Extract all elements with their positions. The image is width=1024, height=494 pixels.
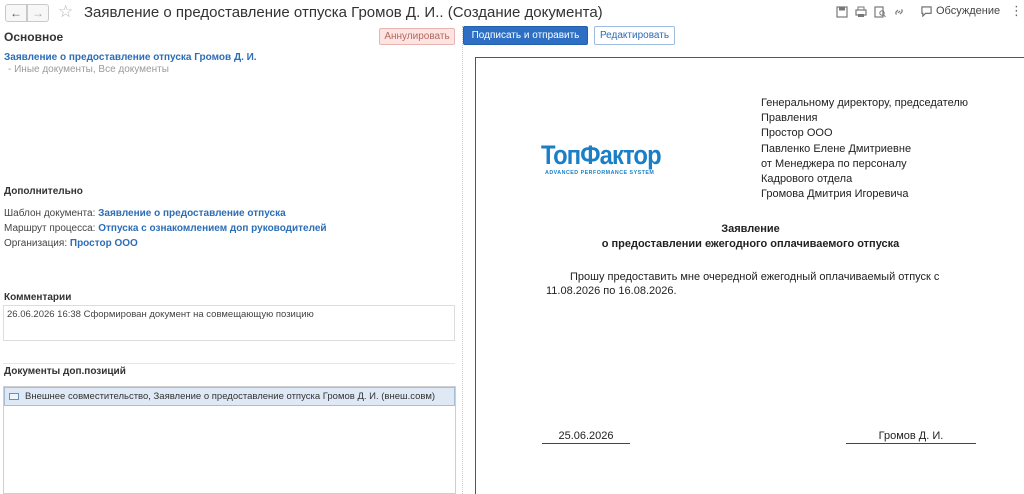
list-item-label: Внешнее совместительство, Заявление о пр… bbox=[25, 391, 436, 402]
addressee-line: Генеральному директору, председателю bbox=[761, 97, 968, 109]
more-icon[interactable]: ⋮ bbox=[1010, 3, 1023, 19]
route-label: Маршрут процесса: bbox=[4, 223, 96, 234]
window-title: Заявление о предоставление отпуска Громо… bbox=[84, 4, 603, 21]
left-panel: Основное Аннулировать Заявление о предос… bbox=[0, 26, 460, 494]
addressee-line: от Менеджера по персоналу bbox=[761, 157, 907, 170]
route-link[interactable]: Отпуска с ознакомлением доп руководителе… bbox=[98, 223, 326, 234]
organization-label: Организация: bbox=[4, 238, 68, 249]
back-button[interactable]: ← bbox=[5, 4, 27, 22]
logo-tagline: ADVANCED PERFORMANCE SYSTEM bbox=[545, 170, 655, 176]
template-link[interactable]: Заявление о предоставление отпуска bbox=[98, 208, 286, 219]
title-bar: ← → ☆ Заявление о предоставление отпуска… bbox=[0, 0, 1024, 26]
divider bbox=[3, 363, 455, 364]
arrow-left-icon: ← bbox=[10, 6, 22, 20]
template-label: Шаблон документа: bbox=[4, 208, 96, 219]
save-icon[interactable] bbox=[836, 6, 848, 18]
heading-line: Заявление bbox=[721, 223, 780, 235]
print-icon[interactable] bbox=[855, 6, 867, 18]
addressee-line: Простор ООО bbox=[761, 127, 833, 140]
document-link[interactable]: Заявление о предоставление отпуска Громо… bbox=[4, 52, 257, 63]
body-line: 11.08.2026 по 16.08.2026. bbox=[546, 285, 677, 297]
company-logo: ТопФактор ADVANCED PERFORMANCE SYSTEM bbox=[541, 140, 677, 176]
edit-button[interactable]: Редактировать bbox=[594, 26, 675, 45]
right-panel: Подписать и отправить Редактировать Гене… bbox=[463, 26, 1024, 494]
discuss-label: Обсуждение bbox=[936, 5, 1001, 17]
addressee-line: Громова Дмитрия Игоревича bbox=[761, 188, 909, 201]
toolbar-icons bbox=[836, 6, 905, 18]
list-item[interactable]: Внешнее совместительство, Заявление о пр… bbox=[4, 387, 455, 406]
annul-button[interactable]: Аннулировать bbox=[379, 28, 455, 45]
organization-field: Организация: Простор ООО bbox=[4, 238, 138, 249]
signature-date: 25.06.2026 bbox=[542, 430, 630, 444]
body-line: Прошу предоставить мне очередной ежегодн… bbox=[570, 271, 940, 283]
forward-button[interactable]: → bbox=[27, 4, 49, 22]
arrow-right-icon: → bbox=[32, 6, 44, 20]
section-main-title: Основное bbox=[4, 30, 64, 44]
logo-text: ТопФактор bbox=[541, 140, 662, 170]
addressee-line: Кадрового отдела bbox=[761, 173, 853, 186]
document-categories: - Иные документы, Все документы bbox=[8, 64, 169, 75]
document-page: Генеральному директору, председателю Пра… bbox=[475, 57, 1024, 494]
document-heading: Заявление о предоставлении ежегодного оп… bbox=[476, 222, 1024, 252]
link-icon[interactable] bbox=[893, 6, 905, 18]
addressee-block: Генеральному директору, председателю Пра… bbox=[761, 96, 968, 202]
document-body: Прошу предоставить мне очередной ежегодн… bbox=[546, 270, 966, 298]
section-docs-title: Документы доп.позиций bbox=[4, 366, 126, 377]
preview-icon[interactable] bbox=[874, 6, 886, 18]
section-comments-title: Комментарии bbox=[4, 292, 72, 303]
comment-textarea[interactable]: 26.06.2026 16:38 Сформирован документ на… bbox=[3, 305, 455, 341]
favorite-star-icon[interactable]: ☆ bbox=[58, 2, 73, 22]
addressee-line: Правления bbox=[761, 112, 818, 125]
addressee-line: Павленко Елене Дмитриевне bbox=[761, 142, 912, 155]
signature-name: Громов Д. И. bbox=[846, 430, 976, 444]
route-field: Маршрут процесса: Отпуска с ознакомление… bbox=[4, 223, 327, 234]
template-field: Шаблон документа: Заявление о предоставл… bbox=[4, 208, 286, 219]
heading-line: о предоставлении ежегодного оплачиваемог… bbox=[601, 238, 900, 250]
document-icon bbox=[9, 393, 19, 400]
section-extra-title: Дополнительно bbox=[4, 186, 83, 197]
chat-icon bbox=[921, 5, 932, 17]
discuss-button[interactable]: Обсуждение bbox=[921, 5, 1000, 17]
organization-link[interactable]: Простор ООО bbox=[70, 238, 138, 249]
sign-and-send-button[interactable]: Подписать и отправить bbox=[463, 26, 588, 45]
docs-list: Внешнее совместительство, Заявление о пр… bbox=[3, 386, 456, 494]
